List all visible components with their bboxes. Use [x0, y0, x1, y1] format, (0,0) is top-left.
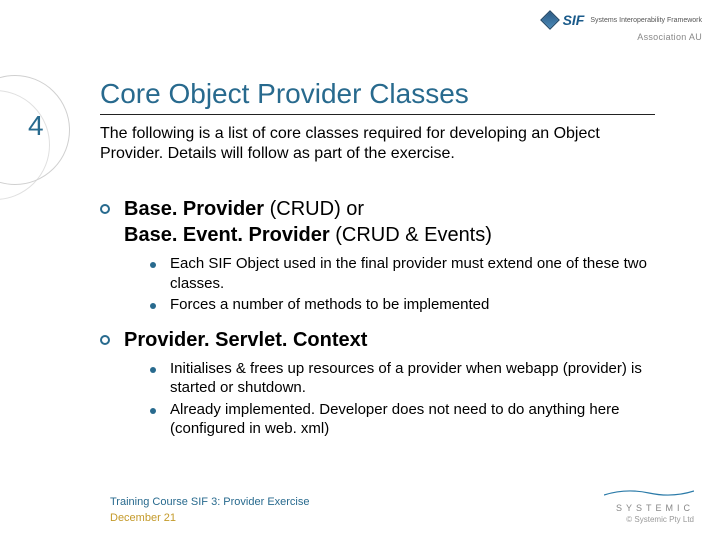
list-item: Initialises & frees up resources of a pr… — [150, 359, 660, 398]
list-item: Already implemented. Developer does not … — [150, 400, 660, 439]
content-area: Base. Provider (CRUD) or Base. Event. Pr… — [100, 196, 660, 451]
list-item: Forces a number of methods to be impleme… — [150, 295, 660, 315]
slide-number: 4 — [28, 110, 44, 142]
dot-bullet-icon — [150, 367, 156, 373]
logo-text: SIF — [563, 12, 585, 28]
sub-text: Initialises & frees up resources of a pr… — [170, 359, 660, 398]
header-logo: SIF Systems Interoperability Framework — [543, 12, 702, 28]
sub-text: Already implemented. Developer does not … — [170, 400, 660, 439]
sub-text: Forces a number of methods to be impleme… — [170, 295, 489, 315]
wave-icon — [604, 488, 694, 498]
list-item: Each SIF Object used in the final provid… — [150, 254, 660, 293]
list-item: Base. Provider (CRUD) or Base. Event. Pr… — [100, 196, 660, 248]
systemic-name: SYSTEMIC — [604, 503, 694, 513]
dot-bullet-icon — [150, 303, 156, 309]
systemic-logo: SYSTEMIC © Systemic Pty Ltd — [604, 485, 694, 524]
footer-date: December 21 — [110, 511, 310, 526]
ring-bullet-icon — [100, 335, 110, 345]
sub-list: Each SIF Object used in the final provid… — [150, 254, 660, 315]
copyright-text: © Systemic Pty Ltd — [604, 515, 694, 524]
footer: Training Course SIF 3: Provider Exercise… — [110, 495, 310, 526]
intro-text: The following is a list of core classes … — [100, 124, 660, 164]
sub-text: Each SIF Object used in the final provid… — [170, 254, 660, 293]
ring-bullet-icon — [100, 204, 110, 214]
footer-course: Training Course SIF 3: Provider Exercise — [110, 495, 310, 510]
list-item: Provider. Servlet. Context — [100, 327, 660, 353]
item-main-text: Provider. Servlet. Context — [124, 327, 367, 353]
slide-title: Core Object Provider Classes — [100, 78, 655, 115]
item-main-text: Base. Provider (CRUD) or Base. Event. Pr… — [124, 196, 492, 248]
dot-bullet-icon — [150, 262, 156, 268]
sub-list: Initialises & frees up resources of a pr… — [150, 359, 660, 439]
dot-bullet-icon — [150, 408, 156, 414]
logo-subtitle: Systems Interoperability Framework — [590, 17, 702, 24]
diamond-icon — [540, 10, 560, 30]
association-label: Association AU — [637, 32, 702, 42]
